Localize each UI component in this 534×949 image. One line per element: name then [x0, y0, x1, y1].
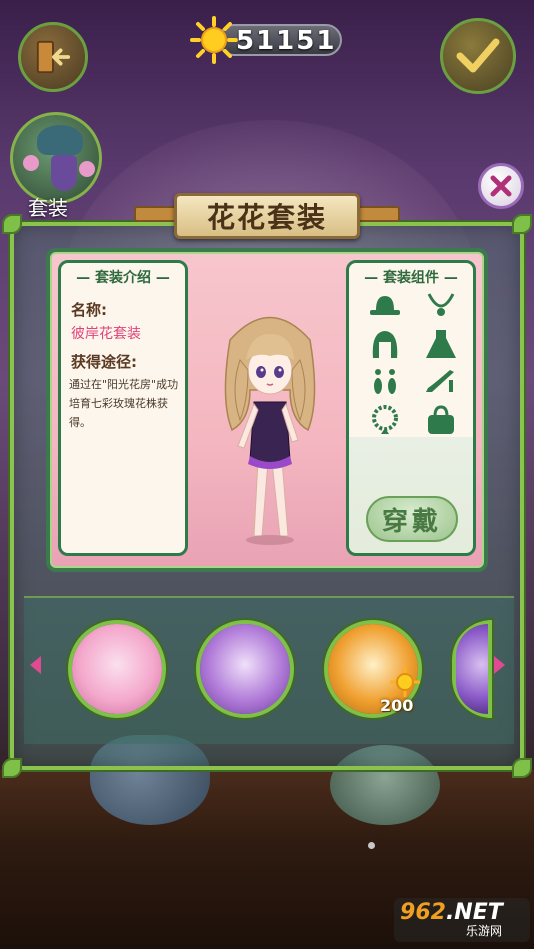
sun-currency-counter: 51151 [190, 16, 344, 64]
vine-leaf-decoration [2, 214, 22, 234]
outfit-carousel: 200 [24, 596, 514, 744]
site-watermark: 962.NET 乐游网 [394, 898, 530, 942]
outfit-tab-label: 套装 [28, 196, 68, 220]
watermark-brand-2: 2 [430, 900, 446, 925]
checkmark-icon [456, 38, 500, 73]
outfit-category-tab[interactable] [10, 112, 102, 204]
bracelet-icon [365, 403, 405, 437]
carousel-item-purple-outfit[interactable] [196, 620, 294, 718]
tab-hat-art [37, 125, 83, 155]
violet-outfit-art [456, 624, 488, 714]
close-x-icon [490, 175, 512, 197]
watermark-brand-9: 9 [400, 900, 416, 925]
high-heel-icon [421, 365, 461, 399]
sun-coin-icon [390, 667, 420, 697]
carousel-item-violet-outfit[interactable] [452, 620, 492, 718]
source-description: 通过在"阳光花房"成功培育七彩玫瑰花株获得。 [69, 378, 179, 429]
character-avatar [224, 316, 316, 545]
carousel-item-pink-outfit[interactable] [68, 620, 166, 718]
panel-title-banner: 花花套装 [174, 193, 360, 239]
page-indicator-dot [368, 842, 375, 849]
components-icon-grid [355, 289, 471, 439]
carousel-next-arrow[interactable] [494, 656, 505, 674]
confirm-button[interactable] [440, 18, 516, 94]
vine-leaf-decoration [2, 758, 22, 778]
sun-count: 51151 [236, 26, 337, 56]
name-label: 名称: [71, 301, 107, 319]
hair-icon [365, 327, 405, 361]
earrings-icon [365, 365, 405, 399]
source-label: 获得途径: [71, 353, 137, 371]
info-card-header: — 套装介绍 — [76, 270, 170, 286]
panel-title: 花花套装 [206, 201, 327, 234]
tab-flower-art [79, 161, 95, 177]
outfit-name: 彼岸花套装 [71, 326, 141, 342]
hat-icon [365, 289, 405, 323]
purple-outfit-art [200, 624, 290, 714]
pink-outfit-art [72, 624, 162, 714]
back-button[interactable] [18, 22, 88, 92]
watermark-brand-6: 6 [415, 900, 431, 925]
sun-icon [190, 16, 238, 64]
wear-button[interactable]: 穿戴 [366, 496, 458, 542]
tab-dress-art [51, 155, 77, 191]
outfit-price: 200 [380, 696, 414, 715]
info-card-header-text: 套装介绍 [95, 270, 151, 286]
vine-leaf-decoration [512, 214, 532, 234]
necklace-icon [421, 289, 461, 323]
close-button[interactable] [478, 163, 524, 209]
wear-button-label: 穿戴 [381, 506, 442, 537]
exit-door-icon [36, 40, 71, 74]
carousel-prev-arrow[interactable] [30, 656, 41, 674]
dress-icon [421, 327, 461, 361]
tab-flower-art [23, 155, 39, 171]
components-card-header-text: 套装组件 [383, 270, 439, 286]
watermark-subtitle: 乐游网 [466, 924, 503, 938]
handbag-icon [421, 403, 461, 437]
components-card-header: — 套装组件 — [364, 270, 458, 286]
outfit-info-card: — 套装介绍 — 名称: 彼岸花套装 获得途径: 通过在"阳光花房"成功培育七彩… [58, 260, 188, 556]
vine-leaf-decoration [512, 758, 532, 778]
